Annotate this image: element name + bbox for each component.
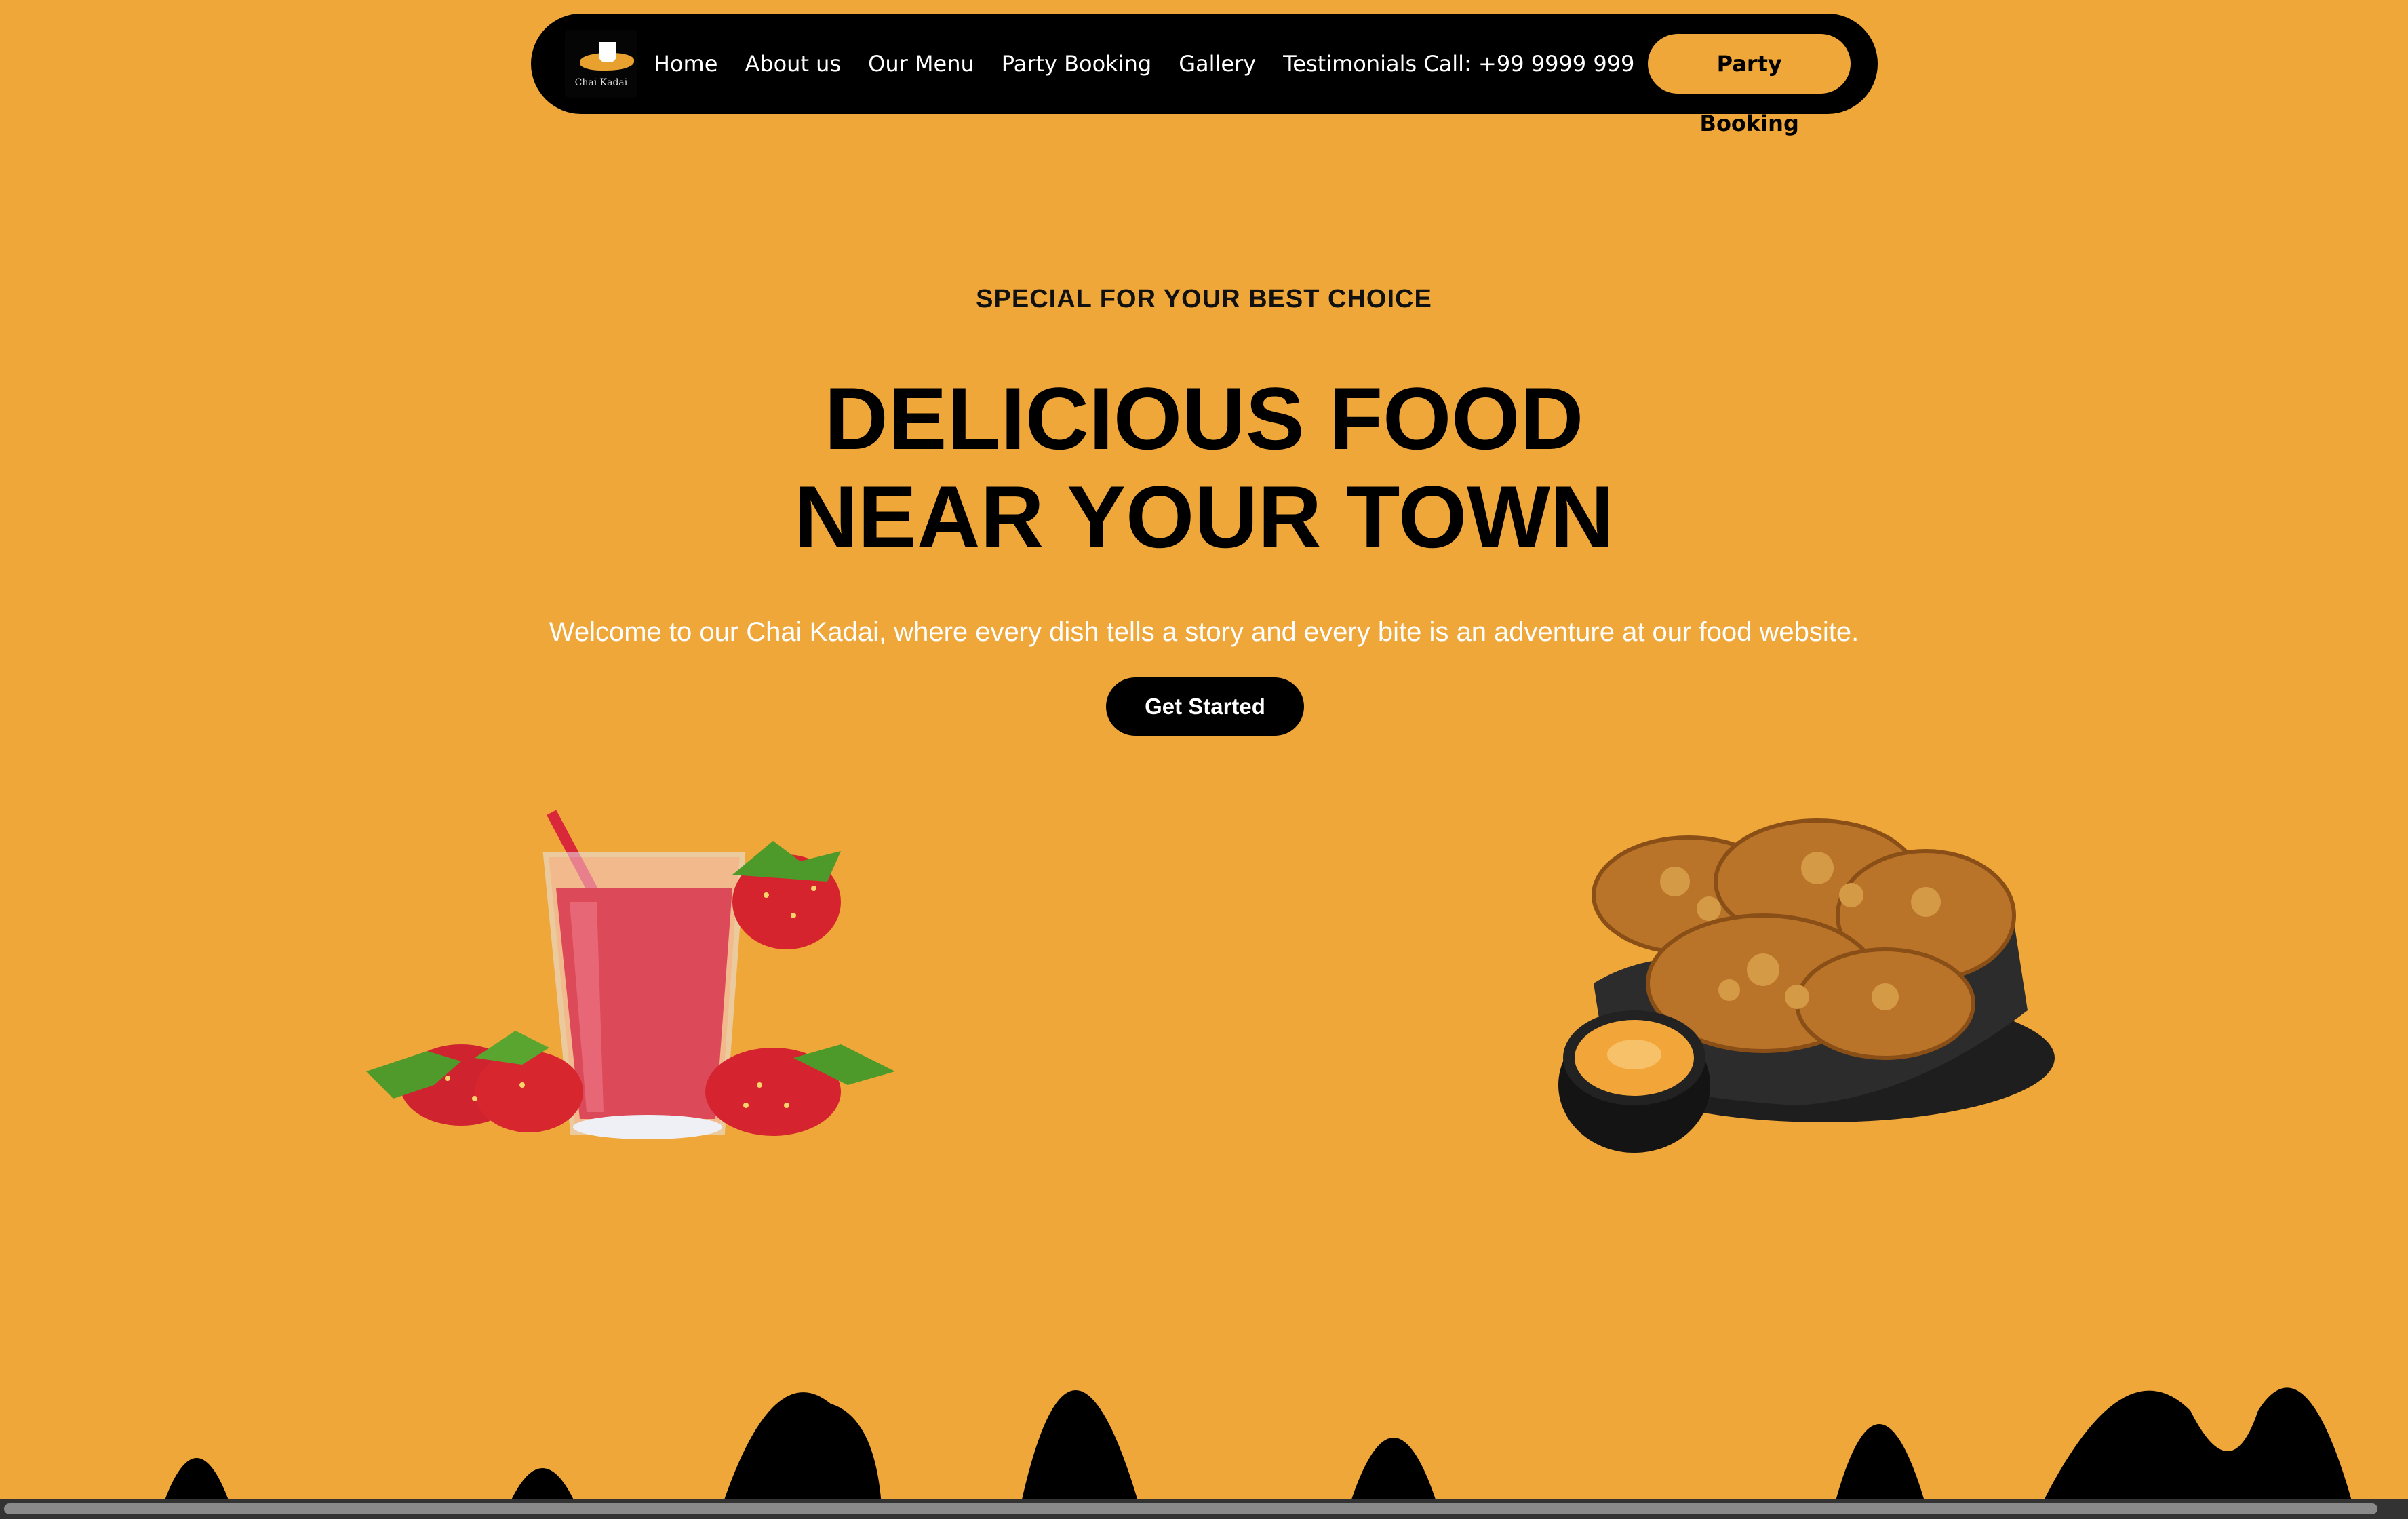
scrollbar-thumb[interactable] — [4, 1503, 2377, 1514]
hills-silhouette — [0, 1387, 2408, 1505]
hero-headline: DELICIOUS FOOD NEAR YOUR TOWN — [0, 370, 2408, 566]
nav-about-us[interactable]: About us — [745, 51, 841, 77]
chai-kadai-logo[interactable]: Chai Kadai — [565, 30, 637, 98]
hero-eyebrow: SPECIAL FOR YOUR BEST CHOICE — [976, 285, 1432, 313]
nav-gallery[interactable]: Gallery — [1179, 51, 1256, 77]
top-navigation: Chai Kadai Home About us Our Menu Party … — [531, 14, 1878, 136]
logo-cup-icon — [599, 42, 616, 62]
logo-text: Chai Kadai — [574, 77, 628, 88]
nav-our-menu[interactable]: Our Menu — [868, 51, 974, 77]
strawberry-smoothie-image — [366, 810, 895, 1139]
party-booking-button[interactable]: Party Booking — [1648, 34, 1851, 136]
headline-line-1: DELICIOUS FOOD — [824, 369, 1584, 468]
headline-line-2: NEAR YOUR TOWN — [794, 467, 1614, 566]
horizontal-scrollbar[interactable] — [0, 1499, 2408, 1519]
nav-party-booking[interactable]: Party Booking — [1002, 51, 1151, 77]
fried-chicken-image — [1558, 818, 2055, 1153]
get-started-button[interactable]: Get Started — [1106, 677, 1304, 736]
nav-home[interactable]: Home — [654, 51, 718, 77]
nav-testimonials-call[interactable]: Testimonials Call: +99 9999 999 — [1283, 51, 1634, 77]
hero-lead-text: Welcome to our Chai Kadai, where every d… — [549, 617, 1859, 647]
